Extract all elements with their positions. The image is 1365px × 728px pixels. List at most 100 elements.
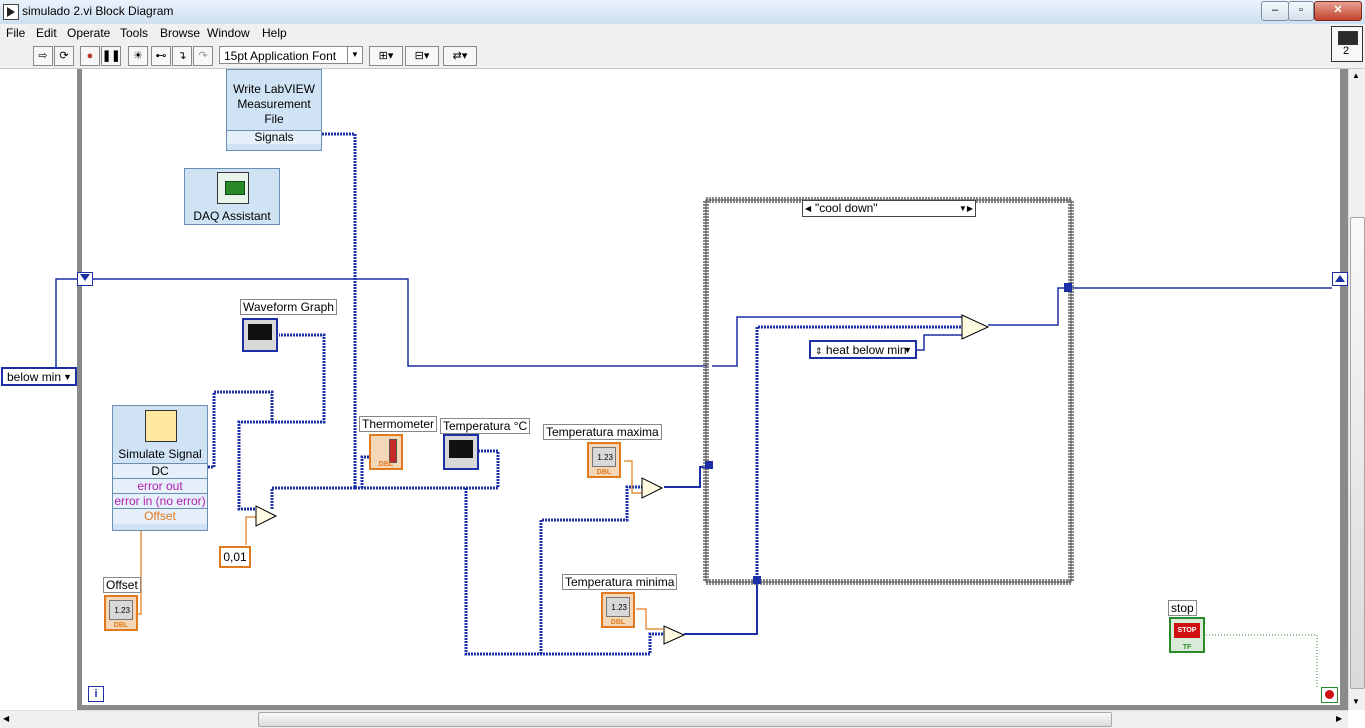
temperatura-maxima-control[interactable]: 1.23 DBL	[587, 442, 621, 478]
shift-register-left[interactable]	[77, 272, 93, 286]
temp-max-numeric: 1.23	[592, 447, 616, 467]
menu-window[interactable]: Window	[207, 26, 250, 40]
dbl-type: DBL	[113, 622, 129, 629]
offset-numeric: 1.23	[109, 600, 133, 620]
offset-label: Offset	[103, 577, 141, 593]
write-file-line3: File	[264, 112, 284, 126]
distribute-objects-icon[interactable]: ⊟▾	[405, 46, 439, 66]
simulate-signal-icon	[145, 410, 177, 442]
menu-tools[interactable]: Tools	[120, 26, 148, 40]
vertical-scrollbar[interactable]: ▲ ▼	[1348, 69, 1365, 710]
vertical-scroll-thumb[interactable]	[1350, 217, 1365, 689]
font-select[interactable]: 15pt Application Font ▼	[219, 46, 363, 64]
daq-assistant-node[interactable]: DAQ Assistant	[184, 168, 280, 225]
sim-error-in-terminal[interactable]: error in (no error)	[113, 493, 207, 509]
decrement-icon[interactable]: ◀	[805, 201, 811, 216]
menu-operate[interactable]: Operate	[67, 26, 110, 40]
dbl-type: DBL	[596, 469, 612, 476]
abort-icon[interactable]: ●	[80, 46, 100, 66]
enum-increment-icon: ⇕	[815, 346, 823, 356]
horizontal-scroll-thumb[interactable]	[258, 712, 1112, 727]
heat-below-min-label: heat below min	[825, 343, 907, 357]
tunnel	[1064, 283, 1072, 292]
horizontal-scrollbar[interactable]: ◀ ▶	[0, 710, 1348, 728]
daq-assistant-label: DAQ Assistant	[193, 209, 271, 223]
menu-file[interactable]: File	[6, 26, 25, 40]
tunnel	[753, 576, 761, 584]
daq-assistant-icon	[217, 172, 249, 204]
sim-dc-terminal[interactable]: DC	[113, 463, 207, 479]
offset-control[interactable]: 1.23 DBL	[104, 595, 138, 631]
maximize-button[interactable]: ▫	[1288, 1, 1314, 21]
toolbar: ⇨ ⟳ ● ❚❚ ☀ ⊷ ↴ ↷ 15pt Application Font ▼…	[0, 43, 1365, 109]
scroll-right-icon[interactable]: ▶	[1336, 714, 1342, 723]
while-loop-left-border	[77, 69, 82, 710]
simulate-signal-node[interactable]: Simulate Signal DC error out error in (n…	[112, 405, 208, 531]
block-diagram[interactable]: i below min ▼ Write LabVIEW Measurement …	[0, 69, 1348, 710]
chart-icon	[449, 440, 473, 458]
below-min-enum[interactable]: below min ▼	[1, 367, 77, 386]
connector-pane-number: 2	[1343, 45, 1350, 57]
constant-0-01[interactable]: 0,01	[219, 546, 251, 568]
increment-icon[interactable]: ▼▶	[959, 201, 973, 216]
tunnel	[705, 461, 713, 469]
step-over-icon[interactable]: ↷	[193, 46, 213, 66]
temperatura-c-chart-terminal[interactable]	[443, 434, 479, 470]
temperatura-minima-control[interactable]: 1.23 DBL	[601, 592, 635, 628]
waveform-graph-label: Waveform Graph	[240, 299, 337, 315]
waveform-graph-terminal[interactable]	[242, 318, 278, 352]
font-select-value: 15pt Application Font	[224, 49, 337, 63]
less-than-node	[663, 625, 686, 645]
highlight-execution-icon[interactable]: ☀	[128, 46, 148, 66]
iteration-terminal[interactable]: i	[88, 686, 104, 702]
scroll-down-icon[interactable]: ▼	[1352, 697, 1360, 706]
window-title: simulado 2.vi Block Diagram	[22, 4, 174, 18]
sim-offset-terminal[interactable]: Offset	[113, 508, 207, 524]
write-file-line2: Measurement	[237, 97, 311, 111]
scroll-up-icon[interactable]: ▲	[1352, 71, 1360, 80]
menu-browse[interactable]: Browse	[160, 26, 200, 40]
menu-edit[interactable]: Edit	[36, 26, 57, 40]
write-file-signals-terminal[interactable]: Signals	[227, 130, 321, 144]
stop-icon: STOP	[1174, 623, 1200, 638]
run-continuously-icon[interactable]: ⟳	[54, 46, 74, 66]
pause-icon[interactable]: ❚❚	[101, 46, 121, 66]
write-file-line1: Write LabVIEW	[233, 82, 315, 96]
stop-label: stop	[1168, 600, 1197, 616]
minimize-button[interactable]: ‒	[1261, 1, 1289, 21]
case-selector-value: "cool down"	[815, 201, 878, 215]
temperatura-minima-label: Temperatura minima	[562, 574, 678, 590]
tf-type: TF	[1182, 644, 1192, 651]
run-arrow-icon[interactable]: ⇨	[33, 46, 53, 66]
align-objects-icon[interactable]: ⊞▾	[369, 46, 403, 66]
menu-bar: File Edit Operate Tools Browse Window He…	[0, 24, 1365, 43]
retain-wire-values-icon[interactable]: ⊷	[151, 46, 171, 66]
chevron-down-icon: ▼	[63, 372, 72, 382]
step-into-icon[interactable]: ↴	[172, 46, 192, 66]
connector-pane-icon[interactable]: 2	[1331, 26, 1363, 62]
graph-icon	[248, 324, 272, 340]
thermometer-indicator[interactable]: DBL	[369, 434, 403, 470]
simulate-signal-title: Simulate Signal	[118, 447, 202, 461]
shift-register-right[interactable]	[1332, 272, 1348, 286]
case-selector[interactable]: ◀ "cool down" ▼▶	[802, 200, 976, 217]
menu-help[interactable]: Help	[262, 26, 287, 40]
dbl-type: DBL	[378, 461, 394, 468]
loop-condition-terminal[interactable]	[1321, 687, 1338, 703]
scroll-left-icon[interactable]: ◀	[3, 714, 9, 723]
close-button[interactable]: ✕	[1314, 1, 1362, 21]
case-structure-border	[703, 197, 1074, 585]
while-loop-right-border	[1340, 69, 1348, 710]
labview-app-icon[interactable]	[3, 4, 19, 20]
heat-below-min-enum[interactable]: ⇕ heat below min ▼	[809, 340, 917, 359]
stop-button-terminal[interactable]: STOP TF	[1169, 617, 1205, 653]
reorder-icon[interactable]: ⇄▾	[443, 46, 477, 66]
below-min-label: below min	[7, 370, 62, 384]
select-node	[961, 314, 990, 340]
title-bar: simulado 2.vi Block Diagram ‒ ▫ ✕	[0, 0, 1365, 25]
sim-error-out-terminal[interactable]: error out	[113, 478, 207, 494]
temperatura-c-label: Temperatura °C	[440, 418, 531, 434]
wires-layer	[55, 69, 1348, 710]
greater-than-node	[641, 477, 664, 499]
write-measurement-file-node[interactable]: Write LabVIEW Measurement File Signals	[226, 69, 322, 151]
